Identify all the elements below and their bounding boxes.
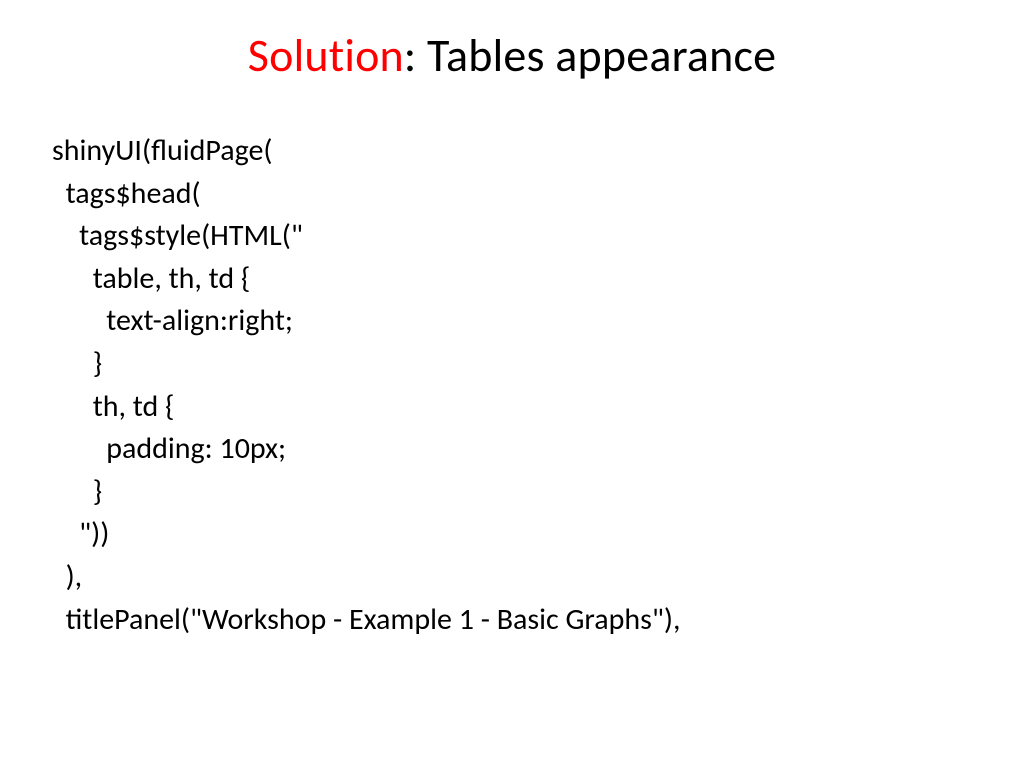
slide-title: Solution: Tables appearance [0, 0, 1024, 84]
code-line: ")) [52, 515, 109, 552]
code-line: } [52, 473, 102, 510]
code-line: text-align:right; [52, 302, 293, 339]
code-line: } [52, 345, 102, 382]
title-rest: : Tables appearance [404, 28, 776, 84]
code-line: padding: 10px; [52, 430, 286, 467]
code-line: th, td { [52, 388, 174, 425]
slide: Solution: Tables appearance shinyUI(flui… [0, 0, 1024, 768]
code-line: tags$style(HTML(" [52, 217, 303, 254]
code-line: titlePanel("Workshop - Example 1 - Basic… [52, 601, 680, 638]
code-line: ), [52, 558, 82, 595]
code-line: shinyUI(fluidPage( [52, 132, 272, 169]
code-line: table, th, td { [52, 260, 250, 297]
code-block: shinyUI(fluidPage( tags$head( tags$style… [52, 130, 680, 641]
title-accent: Solution [248, 28, 404, 84]
code-line: tags$head( [52, 175, 201, 212]
